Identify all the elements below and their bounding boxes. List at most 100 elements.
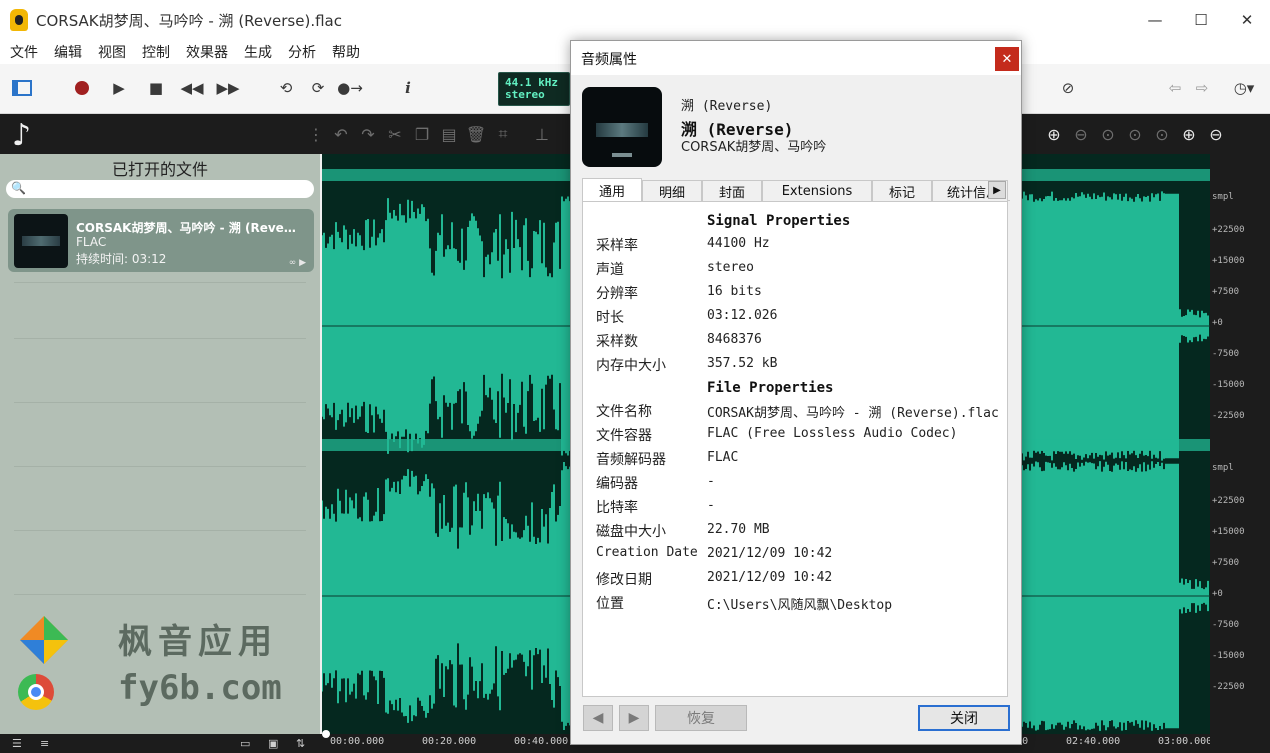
close-dialog-button[interactable]: 关闭 — [918, 705, 1010, 731]
tab-markers[interactable]: 标记 — [872, 180, 932, 201]
menu-analyze[interactable]: 分析 — [288, 42, 316, 62]
zoom-fit-button[interactable]: ⊙ — [1096, 122, 1120, 146]
playhead-marker[interactable] — [322, 730, 330, 738]
rewind-icon: ◀◀ — [180, 79, 204, 97]
channels-readout: stereo — [505, 88, 545, 101]
menu-effects[interactable]: 效果器 — [186, 42, 228, 62]
record-button[interactable] — [71, 77, 93, 99]
menu-view[interactable]: 视图 — [98, 42, 126, 62]
rewind-button[interactable]: ◀◀ — [180, 77, 204, 99]
property-value: 357.52 kB — [707, 356, 778, 371]
trim-button[interactable]: ⊥ — [530, 122, 554, 146]
zoom-out-button[interactable]: ⊖ — [1069, 122, 1093, 146]
undo-button[interactable]: ↶ — [329, 122, 353, 146]
dialog-close-button[interactable]: ✕ — [995, 47, 1019, 71]
v-zoom-out-icon: ⊖ — [1209, 124, 1223, 144]
crop-icon: ⌗ — [498, 124, 508, 143]
ruler-tick: +7500 — [1212, 287, 1240, 297]
restore-button[interactable]: 恢复 — [655, 705, 747, 731]
tab-scroll-right-icon[interactable]: ▶ — [988, 181, 1006, 199]
property-value: 8468376 — [707, 332, 762, 347]
v-zoom-in-icon: ⊕ — [1182, 124, 1196, 144]
fast-forward-icon: ▶▶ — [216, 79, 240, 97]
minimize-button[interactable]: — — [1132, 0, 1178, 40]
property-key: Creation Date — [596, 545, 698, 560]
zoom-reset-button[interactable]: ⊙ — [1150, 122, 1174, 146]
previous-button[interactable]: ◀ — [583, 705, 613, 731]
trash-icon: 🗑 — [465, 124, 487, 144]
detail-view-icon[interactable]: ≡ — [40, 737, 49, 750]
file-list-item[interactable]: CORSAK胡梦周、马吟吟 - 溯 (Reverse).flac FLAC 持续… — [8, 209, 314, 272]
opened-files-panel: 已打开的文件 🔍 CORSAK胡梦周、马吟吟 - 溯 (Reverse).fla… — [0, 154, 320, 734]
delete-button[interactable]: 🗑 — [464, 122, 488, 146]
ruler-unit: smpl — [1212, 463, 1234, 473]
tab-cover[interactable]: 封面 — [702, 180, 762, 201]
property-value: 2021/12/09 10:42 — [707, 570, 833, 585]
menu-control[interactable]: 控制 — [142, 42, 170, 62]
file-cover-thumbnail — [14, 214, 68, 268]
stop-button[interactable]: ■ — [145, 77, 167, 99]
menu-file[interactable]: 文件 — [10, 42, 38, 62]
menu-generate[interactable]: 生成 — [244, 42, 272, 62]
redo-button[interactable]: ↷ — [356, 122, 380, 146]
file-search-input[interactable]: 🔍 — [6, 180, 314, 198]
tab-general[interactable]: 通用 — [582, 178, 642, 202]
property-key: 位置 — [596, 596, 624, 612]
file-item-title: CORSAK胡梦周、马吟吟 - 溯 (Reverse).flac — [76, 221, 300, 235]
menu-help[interactable]: 帮助 — [332, 42, 360, 62]
property-value: FLAC — [707, 450, 739, 465]
sort-icon[interactable]: ⇅ — [296, 737, 305, 750]
window-controls: — ☐ ✕ — [1132, 0, 1270, 40]
info-button[interactable]: i — [397, 77, 419, 99]
property-key: 分辨率 — [596, 286, 638, 302]
v-zoom-out-button[interactable]: ⊖ — [1204, 122, 1228, 146]
paste-button[interactable]: ▤ — [437, 122, 461, 146]
v-zoom-in-button[interactable]: ⊕ — [1177, 122, 1201, 146]
copy-button[interactable]: ❐ — [410, 122, 434, 146]
list-divider — [14, 594, 306, 595]
ruler-tick: -15000 — [1212, 651, 1245, 661]
maximize-button[interactable]: ☐ — [1178, 0, 1224, 40]
sidebar-toggle-icon[interactable] — [11, 77, 33, 99]
general-properties-panel: Signal Properties 采样率 44100 Hz 声道 stereo 分辨率… — [582, 201, 1008, 697]
play-button[interactable]: ▶ — [108, 77, 130, 99]
next-button[interactable]: ▶ — [619, 705, 649, 731]
loop-button[interactable]: ⟲ — [275, 77, 297, 99]
tab-extensions[interactable]: Extensions — [762, 180, 872, 201]
redo-icon: ↷ — [361, 124, 375, 144]
zoom-in-button[interactable]: ⊕ — [1042, 122, 1066, 146]
list-divider — [14, 282, 306, 283]
time-label: 03:00.000 — [1158, 736, 1213, 747]
undo-nav-button[interactable]: ⇦ — [1164, 77, 1186, 99]
redo-nav-button[interactable]: ⇨ — [1191, 77, 1213, 99]
history-button[interactable]: ◷▾ — [1228, 77, 1260, 99]
property-value: - — [707, 474, 715, 489]
signal-properties-heading: Signal Properties — [707, 213, 851, 229]
loop-selection-button[interactable]: ⟳ — [307, 77, 329, 99]
audio-properties-dialog: 音频属性 ✕ 溯 (Reverse) 溯 (Reverse) CORSAK胡梦周… — [570, 40, 1022, 745]
zoom-selection-button[interactable]: ⊙ — [1123, 122, 1147, 146]
cut-button[interactable]: ✂ — [383, 122, 407, 146]
image-view-icon[interactable]: ▣ — [268, 737, 278, 750]
window-title: CORSAK胡梦周、马吟吟 - 溯 (Reverse).flac — [36, 11, 342, 30]
file-item-duration: 持续时间: 03:12 — [76, 252, 167, 266]
panel-icon[interactable]: ▭ — [240, 737, 250, 750]
ruler-footer — [1210, 734, 1270, 753]
plugin-button[interactable]: ⊘ — [1057, 77, 1079, 99]
menu-edit[interactable]: 编辑 — [54, 42, 82, 62]
ruler-tick: -22500 — [1212, 411, 1245, 421]
property-key: 内存中大小 — [596, 358, 666, 374]
fast-forward-button[interactable]: ▶▶ — [216, 77, 240, 99]
tab-details[interactable]: 明细 — [642, 180, 702, 201]
ruler-tick: +0 — [1212, 318, 1223, 328]
zoom-selection-icon: ⊙ — [1128, 124, 1142, 144]
file-play-icon[interactable]: ∞ ▶ — [289, 258, 306, 268]
follow-playback-button[interactable]: ●→ — [337, 77, 363, 99]
property-value: C:\Users\风随风飘\Desktop — [707, 598, 893, 613]
list-view-icon[interactable]: ☰ — [12, 737, 22, 750]
record-icon — [75, 81, 89, 95]
ruler-tick: +22500 — [1212, 225, 1245, 235]
close-window-button[interactable]: ✕ — [1224, 0, 1270, 40]
arrow-right-icon: ⇨ — [1195, 79, 1209, 97]
crop-button[interactable]: ⌗ — [491, 122, 515, 146]
